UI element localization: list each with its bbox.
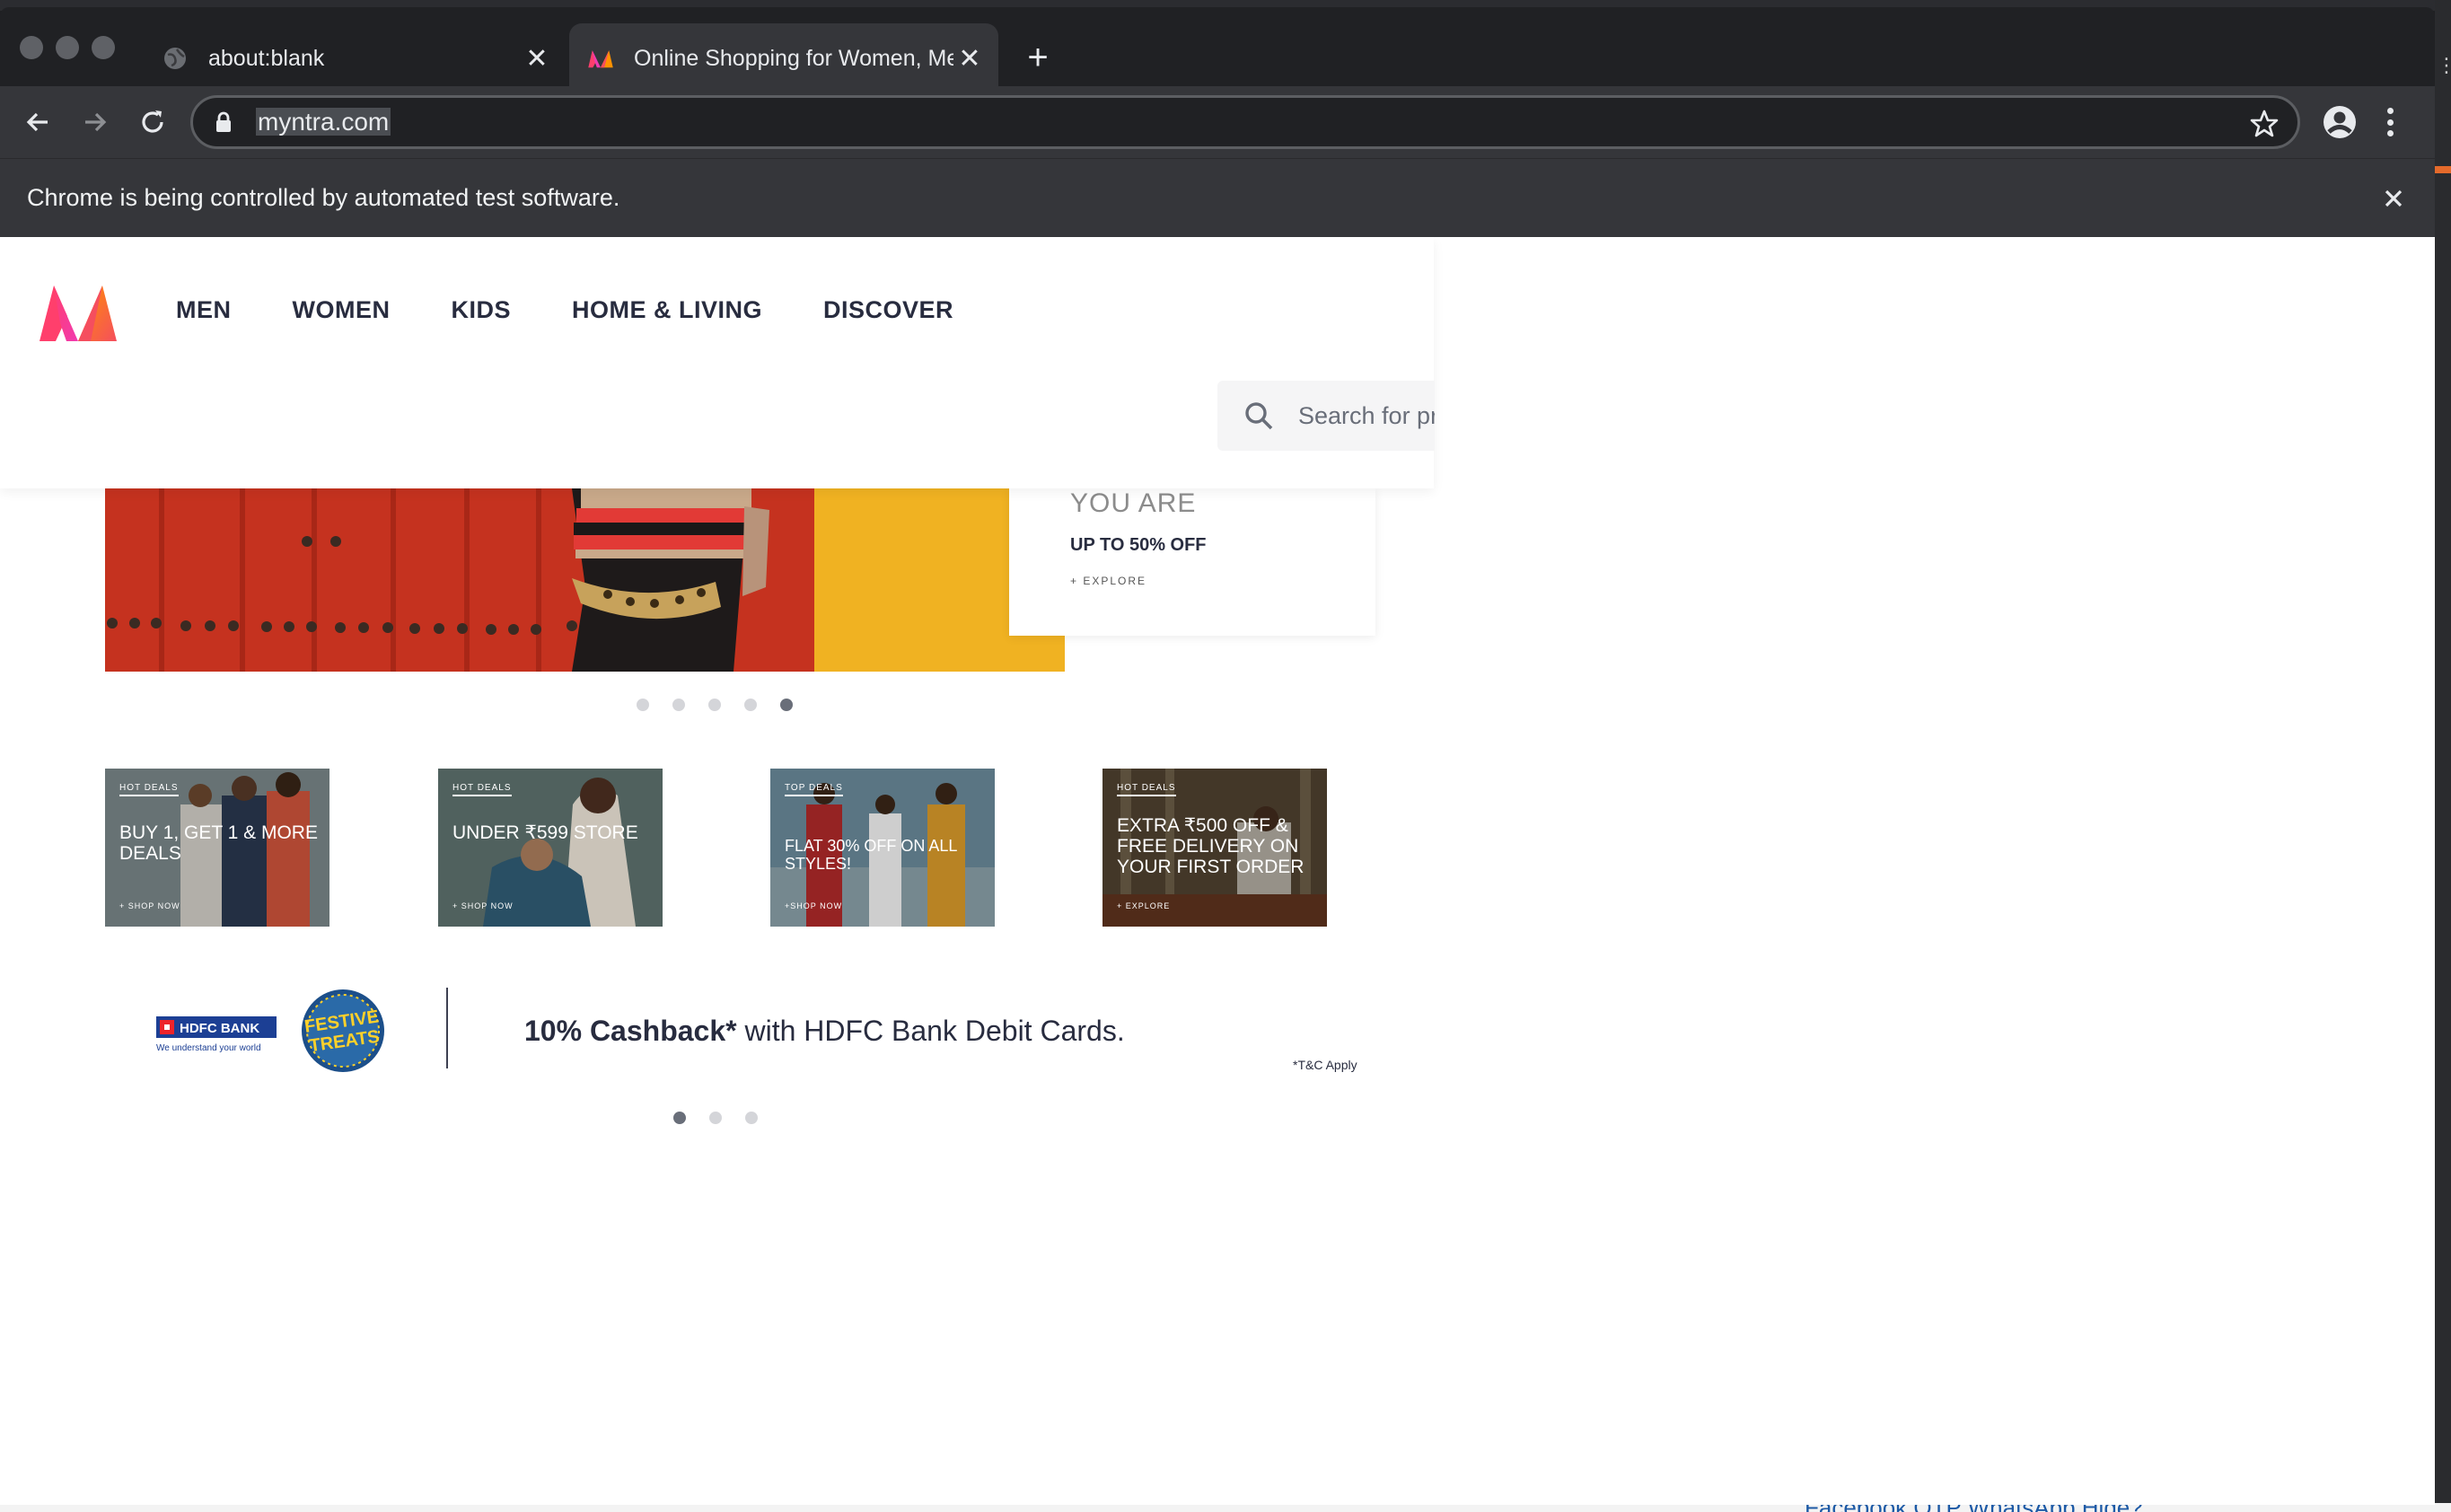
carousel-dot[interactable] — [709, 1112, 722, 1124]
tab-title: Online Shopping for Women, Men — [634, 45, 953, 71]
deal-tile-extra-500[interactable]: HOT DEALS EXTRA ₹500 OFF & FREE DELIVERY… — [1103, 769, 1327, 927]
page-viewport: MEN WOMEN KIDS HOME & LIVING DISCOVER Se… — [0, 237, 2435, 1505]
tab-close-icon[interactable]: ✕ — [953, 42, 986, 75]
deal-cta: + SHOP NOW — [119, 901, 180, 910]
nav-item-women[interactable]: WOMEN — [293, 296, 391, 324]
back-arrow-icon[interactable] — [16, 101, 59, 144]
carousel-dot[interactable] — [744, 699, 757, 711]
tab-title: about:blank — [208, 45, 325, 71]
deal-title: UNDER ₹599 STORE — [452, 822, 638, 843]
infobar-message: Chrome is being controlled by automated … — [27, 184, 620, 211]
url-text[interactable]: myntra.com — [256, 108, 391, 136]
carousel-dot[interactable] — [637, 699, 649, 711]
carousel-dot[interactable] — [745, 1112, 758, 1124]
deal-tag: HOT DEALS — [1117, 783, 1176, 796]
site-header: MEN WOMEN KIDS HOME & LIVING DISCOVER — [0, 237, 1435, 488]
tab-close-icon[interactable]: ✕ — [521, 42, 553, 75]
carousel-dot[interactable] — [672, 699, 685, 711]
search-icon[interactable] — [1243, 400, 1275, 432]
myntra-logo[interactable] — [36, 282, 120, 343]
infobar-close-icon[interactable] — [2377, 182, 2410, 215]
deal-tile-under-599[interactable]: HOT DEALS UNDER ₹599 STORE + SHOP NOW — [438, 769, 663, 927]
background-menu-icon: ⋮ — [2437, 54, 2451, 76]
nav-item-home-living[interactable]: HOME & LIVING — [572, 296, 762, 324]
deal-tag: HOT DEALS — [452, 783, 512, 796]
background-accent-bar — [2435, 166, 2451, 173]
search-box — [1217, 381, 1435, 451]
hero-headline: YOU ARE — [1070, 488, 1197, 518]
tab-myntra[interactable]: Online Shopping for Women, Men ✕ — [569, 23, 998, 93]
bookmark-star-icon[interactable] — [2249, 109, 2280, 139]
deal-tile-bogo[interactable]: HOT DEALS BUY 1, GET 1 & MORE DEALS + SH… — [105, 769, 329, 927]
reload-icon[interactable] — [131, 101, 174, 144]
offer-carousel-dots — [673, 1112, 758, 1124]
deal-cta: + SHOP NOW — [452, 901, 514, 910]
deal-title: EXTRA ₹500 OFF & FREE DELIVERY ON YOUR F… — [1117, 815, 1305, 877]
hdfc-bank-tagline: We understand your world — [156, 1043, 261, 1053]
cashback-offer-text[interactable]: 10% Cashback* with HDFC Bank Debit Cards… — [524, 1015, 1125, 1048]
window-minimize-dot[interactable] — [56, 36, 79, 59]
hdfc-bank-name: HDFC BANK — [180, 1021, 259, 1036]
festive-treats-badge: FESTIVE TREATS — [300, 988, 386, 1074]
hero-offer-card[interactable]: YOU ARE UP TO 50% OFF + EXPLORE — [1009, 488, 1375, 636]
new-tab-icon[interactable]: + — [1020, 38, 1056, 77]
hdfc-bank-logo[interactable]: HDFC BANK We understand your world — [156, 1013, 278, 1054]
terms-apply-text: *T&C Apply — [1293, 1058, 1357, 1072]
deal-title: BUY 1, GET 1 & MORE DEALS — [119, 822, 318, 864]
deal-tile-flat-30[interactable]: TOP DEALS FLAT 30% OFF ON ALL STYLES! +S… — [770, 769, 995, 927]
automation-infobar: Chrome is being controlled by automated … — [0, 158, 2435, 237]
deal-cta: + EXPLORE — [1117, 901, 1171, 910]
globe-icon — [162, 45, 189, 72]
hero-offer: UP TO 50% OFF — [1070, 535, 1207, 555]
carousel-dot-active[interactable] — [673, 1112, 686, 1124]
deal-tag: TOP DEALS — [785, 783, 843, 796]
nav-item-men[interactable]: MEN — [176, 296, 232, 324]
main-nav: MEN WOMEN KIDS HOME & LIVING DISCOVER — [176, 296, 953, 324]
tab-about-blank[interactable]: about:blank ✕ — [144, 23, 566, 93]
hero-banner-image[interactable] — [105, 488, 1065, 672]
search-input[interactable] — [1298, 401, 1435, 430]
hero-explore-link[interactable]: + EXPLORE — [1070, 575, 1146, 587]
carousel-dot-active[interactable] — [780, 699, 793, 711]
hero-carousel-dots — [637, 699, 793, 711]
window-close-dot[interactable] — [20, 36, 43, 59]
lock-icon — [215, 110, 236, 135]
deal-title: FLAT 30% OFF ON ALL STYLES! — [785, 837, 957, 873]
nav-item-kids[interactable]: KIDS — [451, 296, 511, 324]
offer-divider — [446, 988, 448, 1068]
browser-toolbar: myntra.com — [0, 86, 2435, 158]
kebab-menu-icon[interactable] — [2381, 102, 2399, 142]
forward-arrow-icon[interactable] — [74, 101, 117, 144]
profile-avatar-icon[interactable] — [2320, 102, 2359, 142]
browser-window: about:blank ✕ Online Shopping for Women,… — [0, 7, 2435, 1505]
carousel-dot[interactable] — [708, 699, 721, 711]
address-bar[interactable]: myntra.com — [190, 95, 2300, 149]
nav-item-discover[interactable]: DISCOVER — [823, 296, 953, 324]
window-zoom-dot[interactable] — [92, 36, 115, 59]
deal-tag: HOT DEALS — [119, 783, 179, 796]
myntra-logo-icon — [587, 45, 614, 72]
deal-cta: +SHOP NOW — [785, 901, 843, 910]
background-window-right-edge: ⋮ — [2435, 0, 2451, 1512]
